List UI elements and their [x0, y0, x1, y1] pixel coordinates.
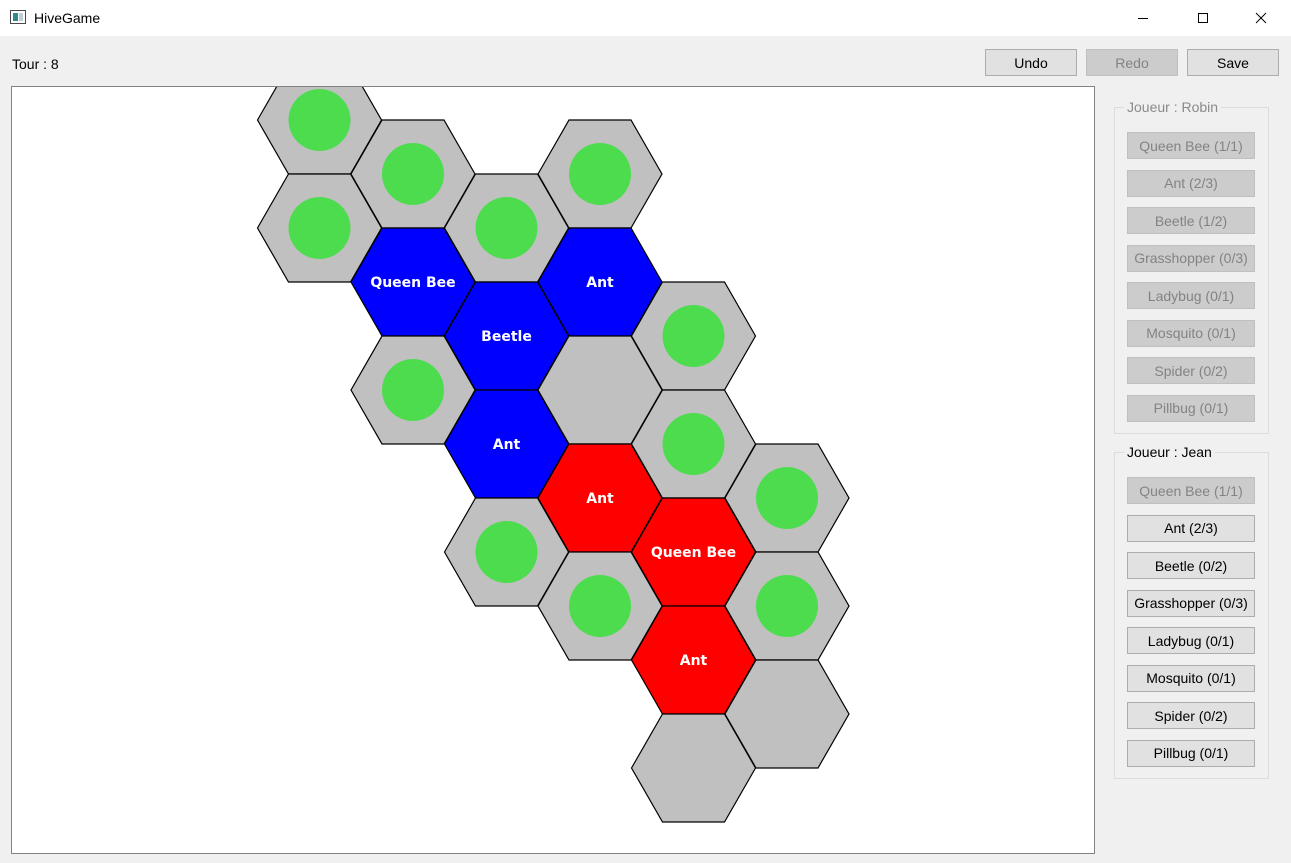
- player-title: Joueur : Jean: [1124, 444, 1215, 460]
- redo-button[interactable]: Redo: [1086, 49, 1178, 76]
- app-window-icon: [10, 10, 26, 24]
- piece-button-mosquito[interactable]: Mosquito (0/1): [1127, 664, 1255, 692]
- close-icon: [1255, 12, 1267, 24]
- piece-button-pillbug[interactable]: Pillbug (0/1): [1127, 739, 1255, 767]
- undo-button[interactable]: Undo: [985, 49, 1077, 76]
- piece-button-spider[interactable]: Spider (0/2): [1127, 357, 1255, 384]
- valid-move-marker-icon[interactable]: [569, 143, 631, 205]
- save-button[interactable]: Save: [1187, 49, 1279, 76]
- minimize-icon: [1138, 18, 1148, 19]
- valid-move-marker-icon[interactable]: [288, 197, 351, 259]
- valid-move-marker-icon[interactable]: [662, 413, 725, 475]
- valid-move-marker-icon[interactable]: [569, 575, 631, 637]
- piece-button-pillbug[interactable]: Pillbug (0/1): [1127, 394, 1255, 422]
- valid-move-marker-icon[interactable]: [382, 359, 444, 421]
- maximize-icon: [1198, 13, 1208, 23]
- game-board[interactable]: Ant Beetle Queen Bee Ant Queen Bee Ant Ant: [11, 86, 1095, 854]
- player-panel-jean: Joueur : Jean Queen Bee (1/1) Ant (2/3) Be…: [1114, 444, 1269, 779]
- piece-button-beetle[interactable]: Beetle (0/2): [1127, 552, 1255, 579]
- piece-button-queen-bee[interactable]: Queen Bee (1/1): [1127, 477, 1255, 504]
- hex-piece-label: Queen Bee: [651, 545, 736, 561]
- piece-button-mosquito[interactable]: Mosquito (0/1): [1127, 319, 1255, 347]
- hex-piece-label: Ant: [586, 275, 614, 291]
- piece-button-beetle[interactable]: Beetle (1/2): [1127, 207, 1255, 234]
- valid-move-marker-icon[interactable]: [756, 575, 818, 637]
- valid-move-marker-icon[interactable]: [288, 89, 351, 151]
- maximize-button[interactable]: [1180, 0, 1226, 36]
- piece-button-ladybug[interactable]: Ladybug (0/1): [1127, 627, 1255, 654]
- turn-counter: Tour : 8: [12, 56, 59, 72]
- piece-button-ant[interactable]: Ant (2/3): [1127, 514, 1255, 542]
- minimize-button[interactable]: [1120, 0, 1166, 36]
- window-title: HiveGame: [34, 10, 101, 26]
- hex-piece-label: Beetle: [481, 329, 532, 345]
- player-panel-robin: Joueur : Robin Queen Bee (1/1) Ant (2/3) B…: [1114, 99, 1269, 434]
- hex-grid[interactable]: Ant Beetle Queen Bee Ant Queen Bee Ant Ant: [12, 87, 1094, 853]
- valid-move-marker-icon[interactable]: [475, 521, 538, 583]
- player-title: Joueur : Robin: [1124, 99, 1222, 115]
- title-bar: HiveGame: [0, 0, 1291, 36]
- piece-button-grasshopper[interactable]: Grasshopper (0/3): [1127, 244, 1255, 272]
- valid-move-marker-icon[interactable]: [662, 305, 725, 367]
- hex-piece-label: Ant: [586, 491, 614, 507]
- hex-piece-label: Queen Bee: [370, 275, 455, 291]
- piece-button-ant[interactable]: Ant (2/3): [1127, 169, 1255, 197]
- piece-button-grasshopper[interactable]: Grasshopper (0/3): [1127, 589, 1255, 617]
- piece-button-queen-bee[interactable]: Queen Bee (1/1): [1127, 132, 1255, 159]
- close-button[interactable]: [1238, 0, 1284, 36]
- valid-move-marker-icon[interactable]: [756, 467, 818, 529]
- piece-button-ladybug[interactable]: Ladybug (0/1): [1127, 282, 1255, 309]
- valid-move-marker-icon[interactable]: [382, 143, 444, 205]
- valid-move-marker-icon[interactable]: [475, 197, 538, 259]
- hex-piece-label: Ant: [493, 437, 521, 453]
- hex-piece-label: Ant: [680, 653, 708, 669]
- piece-button-spider[interactable]: Spider (0/2): [1127, 702, 1255, 729]
